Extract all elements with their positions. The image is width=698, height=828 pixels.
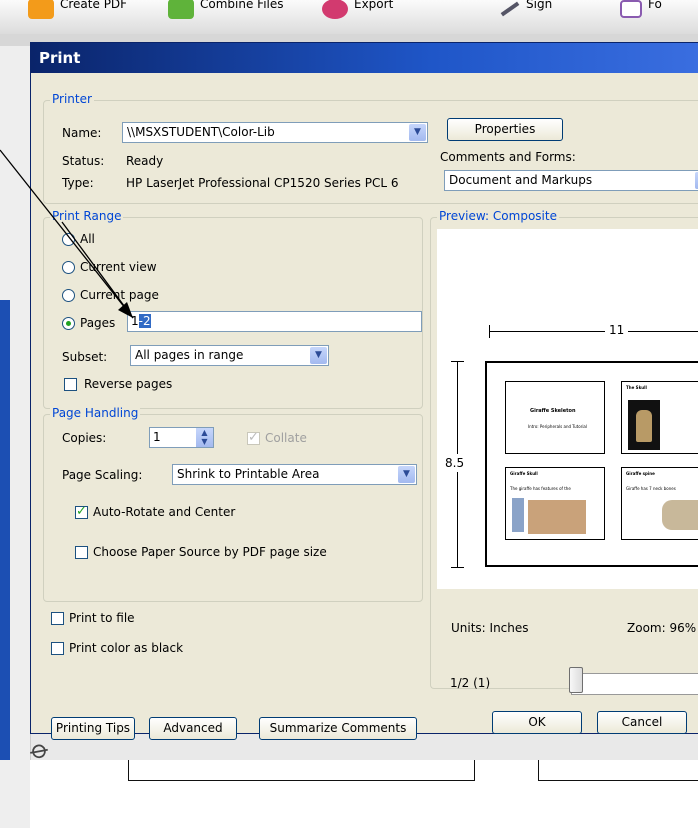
annotation-arrow-line: [61, 221, 134, 319]
arrowhead-icon: [118, 302, 133, 318]
annotation-arrows: [0, 149, 134, 319]
annotation-arrow-line: [0, 149, 134, 319]
